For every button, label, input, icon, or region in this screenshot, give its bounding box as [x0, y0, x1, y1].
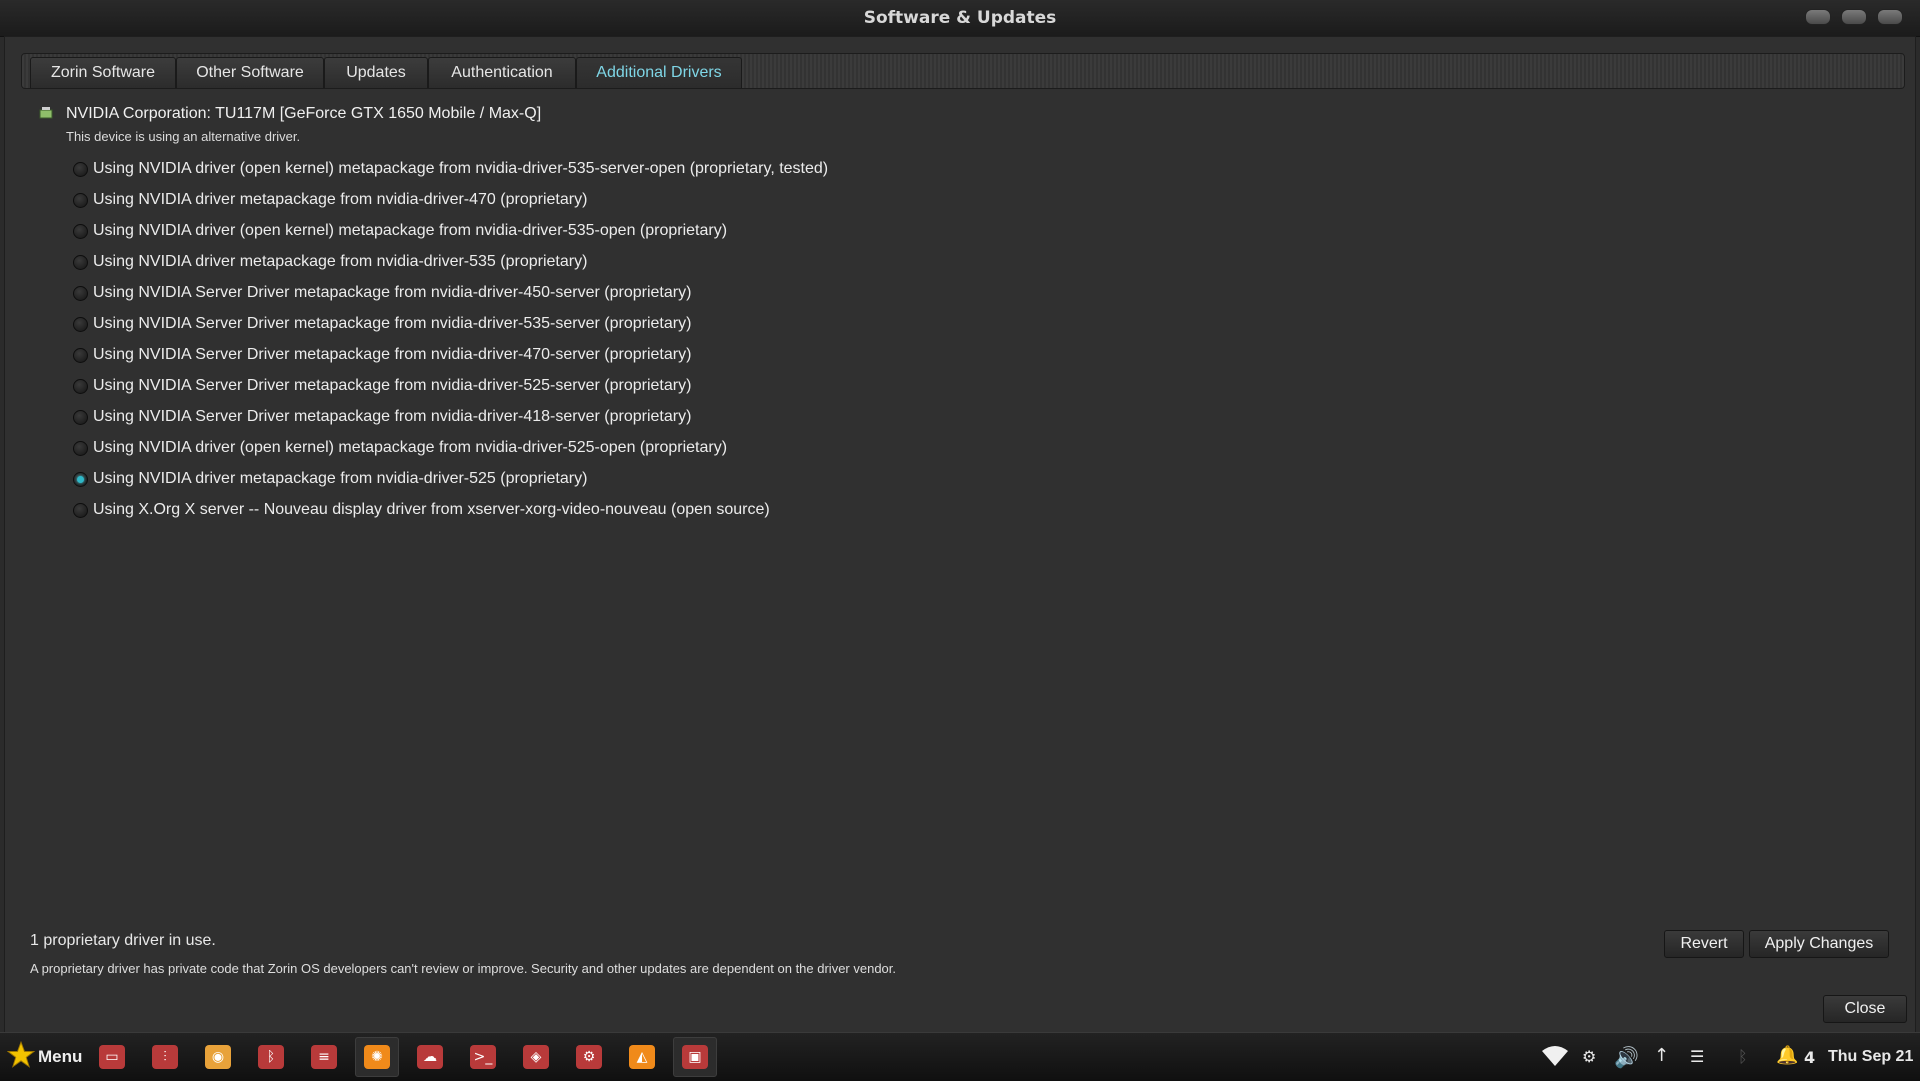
apply-changes-button[interactable]: Apply Changes: [1749, 930, 1889, 958]
steam-icon: ⚙: [576, 1045, 602, 1069]
bluetooth-app-launcher[interactable]: ᛒ: [249, 1037, 293, 1077]
tab-authentication[interactable]: Authentication: [428, 57, 576, 88]
driver-radio-button[interactable]: [73, 286, 88, 301]
steam-launcher[interactable]: ⚙: [567, 1037, 611, 1077]
system-tray-menu-icon[interactable]: ☰: [1690, 1047, 1704, 1066]
terminal-launcher[interactable]: >_: [461, 1037, 505, 1077]
volume-icon[interactable]: 🔊: [1614, 1045, 1639, 1069]
driver-option-label: Using NVIDIA driver metapackage from nvi…: [93, 191, 588, 208]
driver-option-label: Using NVIDIA driver (open kernel) metapa…: [93, 160, 829, 177]
xfburn-disc-icon: ✺: [364, 1045, 390, 1069]
driver-radio-button[interactable]: [73, 379, 88, 394]
pidgin-bird-icon: ◉: [205, 1045, 231, 1069]
cloud-upload-launcher[interactable]: ☁: [408, 1037, 452, 1077]
mixer-launcher[interactable]: ⫶: [143, 1037, 187, 1077]
mixer-icon: ⫶: [152, 1045, 178, 1069]
blender-launcher[interactable]: ◭: [620, 1037, 664, 1077]
bluetooth-icon[interactable]: ᛒ: [1738, 1047, 1748, 1066]
close-button[interactable]: Close: [1823, 995, 1907, 1023]
driver-option-label: Using NVIDIA Server Driver metapackage f…: [93, 377, 692, 394]
tab-other-software[interactable]: Other Software: [176, 57, 324, 88]
tab-additional-drivers[interactable]: Additional Drivers: [576, 57, 742, 88]
driver-option-label: Using NVIDIA Server Driver metapackage f…: [93, 284, 692, 301]
clock[interactable]: Thu Sep 21: [1828, 1048, 1913, 1066]
driver-option-label: Using NVIDIA Server Driver metapackage f…: [93, 408, 692, 425]
tab-updates[interactable]: Updates: [324, 57, 428, 88]
driver-summary: 1 proprietary driver in use.: [30, 932, 216, 949]
tab-zorin-software[interactable]: Zorin Software: [30, 57, 176, 88]
driver-option-label: Using NVIDIA driver (open kernel) metapa…: [93, 222, 728, 239]
tab-bar: Zorin Software Other Software Updates Au…: [21, 53, 1905, 89]
device-name: NVIDIA Corporation: TU117M [GeForce GTX …: [66, 105, 542, 122]
driver-option-label: Using NVIDIA driver metapackage from nvi…: [93, 470, 588, 487]
driver-radio-button[interactable]: [73, 503, 88, 518]
driver-option-label: Using NVIDIA driver (open kernel) metapa…: [93, 439, 728, 456]
xfburn-disc-launcher[interactable]: ✺: [355, 1037, 399, 1077]
update-arrow-icon[interactable]: ↑: [1654, 1045, 1669, 1066]
software-updates-icon: ▣: [682, 1045, 708, 1069]
text-editor-launcher[interactable]: ≡: [302, 1037, 346, 1077]
driver-radio-button[interactable]: [73, 224, 88, 239]
driver-radio-button[interactable]: [73, 317, 88, 332]
menu-star-icon[interactable]: [7, 1041, 35, 1069]
proprietary-note: A proprietary driver has private code th…: [30, 961, 897, 976]
wifi-icon[interactable]: [1541, 1045, 1569, 1067]
taskbar: Menu ▭ ⫶ ◉ ᛒ ≡ ✺ ☁ >_ ◈ ⚙ ◭ ▣ ⚙ 🔊 ↑ ☰ ᛒ 🔔 4 Thu Sep…: [0, 1032, 1920, 1081]
driver-option-label: Using NVIDIA Server Driver metapackage f…: [93, 346, 692, 363]
text-editor-icon: ≡: [311, 1045, 337, 1069]
notification-count: 4: [1804, 1048, 1816, 1067]
driver-option-label: Using NVIDIA Server Driver metapackage f…: [93, 315, 692, 332]
window-titlebar[interactable]: Software & Updates: [0, 0, 1920, 37]
driver-radio-button[interactable]: [73, 255, 88, 270]
brave-browser-launcher[interactable]: ◈: [514, 1037, 558, 1077]
system-monitor-icon: ▭: [99, 1045, 125, 1069]
driver-radio-button[interactable]: [73, 441, 88, 456]
blender-icon: ◭: [629, 1045, 655, 1069]
pidgin-bird-launcher[interactable]: ◉: [196, 1037, 240, 1077]
minimize-button[interactable]: [1805, 9, 1831, 25]
maximize-button[interactable]: [1841, 9, 1867, 25]
cloud-upload-icon: ☁: [417, 1045, 443, 1069]
driver-option-label: Using X.Org X server -- Nouveau display …: [93, 501, 770, 518]
window-title: Software & Updates: [863, 8, 1057, 28]
driver-radio-button[interactable]: [73, 410, 88, 425]
bluetooth-app-icon: ᛒ: [258, 1045, 284, 1069]
system-monitor-launcher[interactable]: ▭: [90, 1037, 134, 1077]
driver-radio-button[interactable]: [73, 472, 88, 487]
device-status: This device is using an alternative driv…: [66, 129, 301, 144]
revert-button[interactable]: Revert: [1664, 930, 1744, 958]
close-window-button[interactable]: [1877, 9, 1903, 25]
driver-option-label: Using NVIDIA driver metapackage from nvi…: [93, 253, 588, 270]
menu-button[interactable]: Menu: [38, 1047, 82, 1067]
terminal-icon: >_: [470, 1045, 496, 1069]
driver-radio-button[interactable]: [73, 193, 88, 208]
graphics-card-icon: [39, 107, 53, 119]
main-window: Zorin Software Other Software Updates Au…: [4, 36, 1916, 1034]
notification-bell-icon[interactable]: 🔔: [1776, 1045, 1798, 1066]
driver-radio-button[interactable]: [73, 348, 88, 363]
software-updates-launcher[interactable]: ▣: [673, 1037, 717, 1077]
network-settings-icon[interactable]: ⚙: [1582, 1047, 1596, 1066]
driver-radio-button[interactable]: [73, 162, 88, 177]
brave-browser-icon: ◈: [523, 1045, 549, 1069]
